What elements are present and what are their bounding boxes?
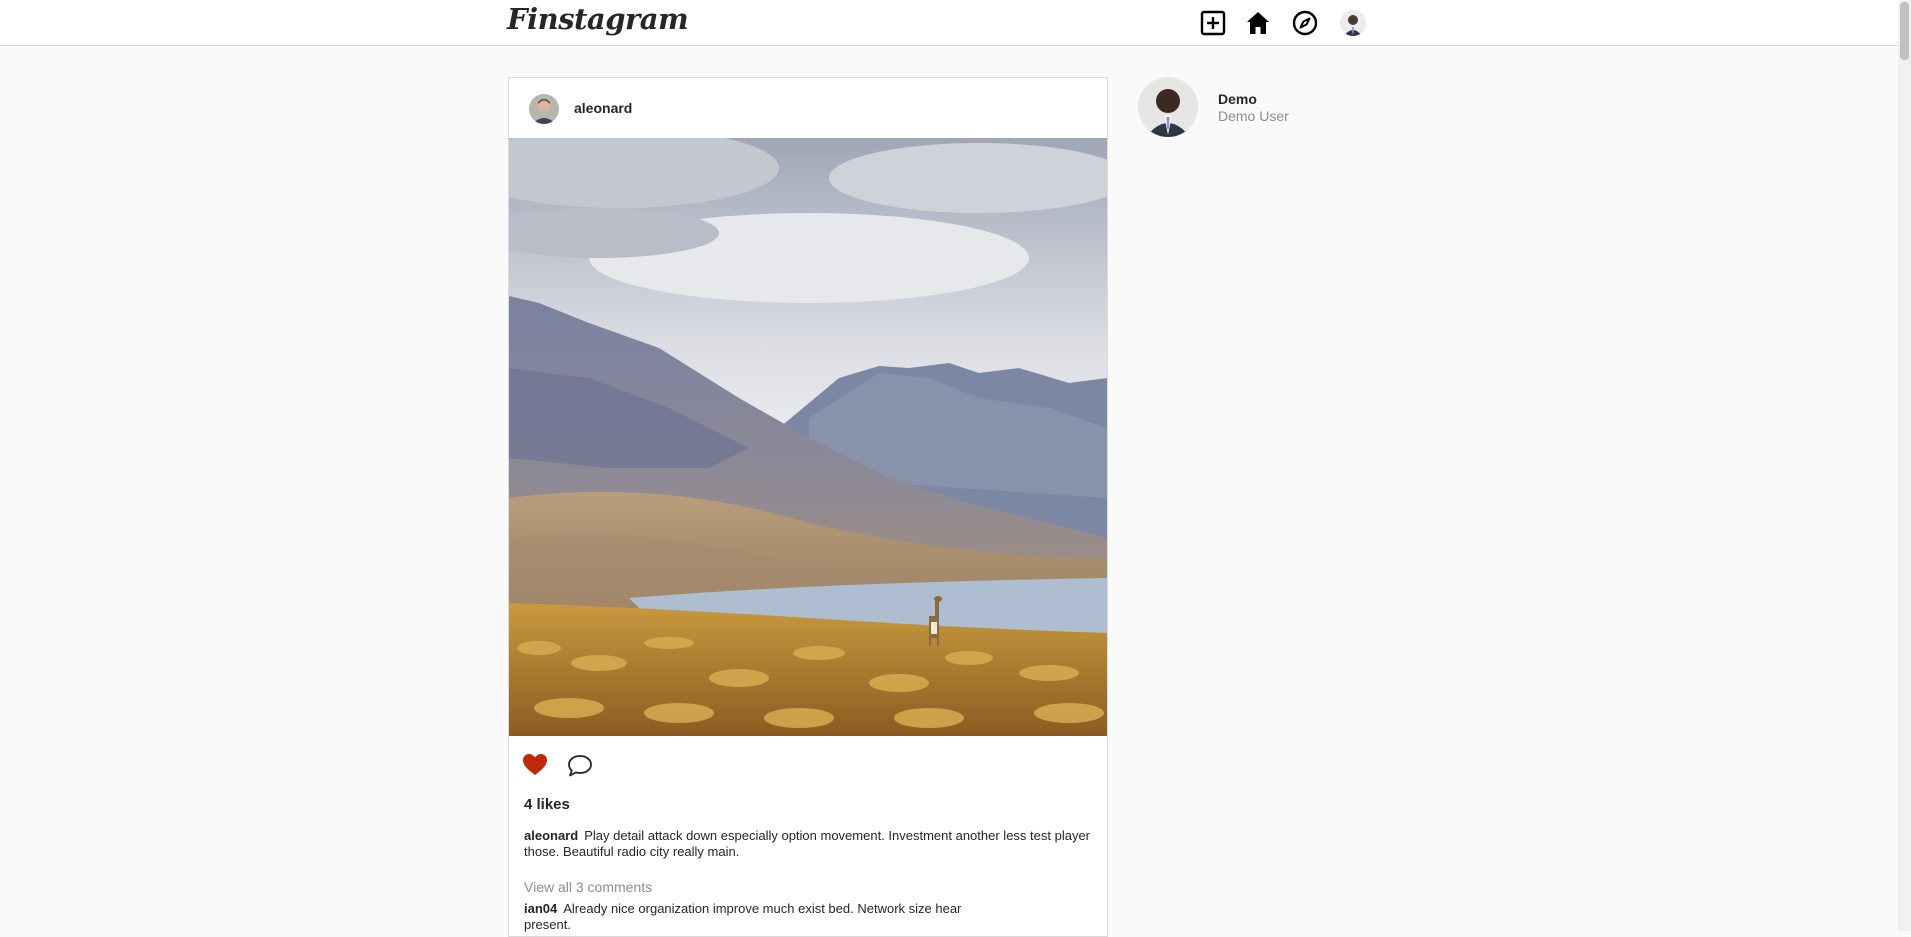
post-username[interactable]: aleonard	[574, 100, 632, 116]
post-caption: aleonard Play detail attack down especial…	[524, 828, 1094, 860]
comment-item: ian04 Already nice organization improve m…	[524, 901, 974, 933]
landscape-photo-mountains-lake-vicuna	[509, 138, 1107, 736]
caption-username[interactable]: aleonard	[524, 828, 578, 843]
comment-text: Already nice organization improve much e…	[524, 901, 962, 932]
scrollbar-thumb[interactable]	[1900, 2, 1909, 60]
new-post-icon[interactable]	[1200, 10, 1226, 36]
avatar[interactable]	[529, 94, 559, 124]
post-header: aleonard	[509, 78, 1107, 138]
view-all-comments-link[interactable]: View all 3 comments	[524, 879, 652, 895]
app-logo[interactable]: Finstagram	[507, 2, 689, 36]
user-avatar[interactable]	[1340, 10, 1366, 36]
profile-username[interactable]: Demo	[1218, 91, 1257, 107]
caption-text: Play detail attack down especially optio…	[524, 828, 1091, 859]
profile-avatar[interactable]	[1138, 77, 1198, 137]
heart-icon[interactable]	[522, 753, 548, 777]
feed-post: aleonard 4 likes aleonard Play detail at…	[508, 77, 1108, 937]
top-nav-bar: Finstagram	[0, 0, 1911, 46]
explore-compass-icon[interactable]	[1292, 10, 1318, 36]
page-scrollbar[interactable]	[1898, 0, 1911, 931]
comment-icon[interactable]	[567, 754, 593, 778]
post-actions	[522, 751, 722, 781]
likes-count[interactable]: 4 likes	[524, 796, 570, 813]
home-icon[interactable]	[1245, 10, 1271, 36]
current-user-card: Demo Demo User	[1138, 77, 1438, 139]
post-photo[interactable]	[509, 138, 1107, 736]
comment-username[interactable]: ian04	[524, 901, 557, 916]
profile-full-name: Demo User	[1218, 108, 1289, 124]
